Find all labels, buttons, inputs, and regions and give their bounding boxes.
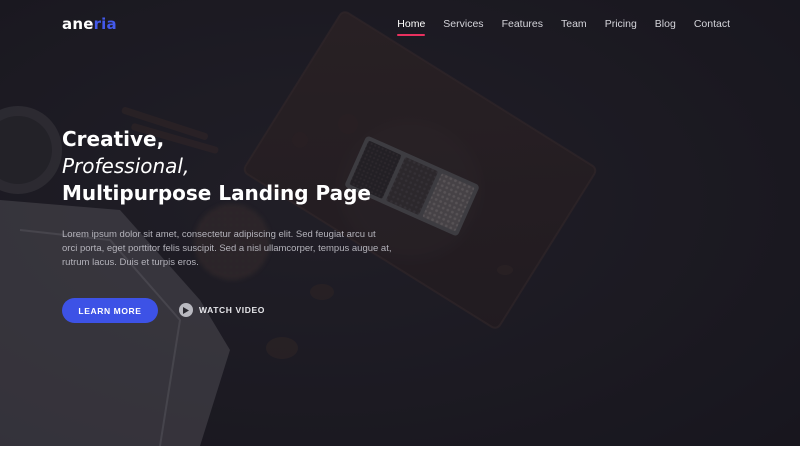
nav-item-pricing[interactable]: Pricing (605, 18, 637, 30)
main-nav: Home Services Features Team Pricing Blog… (379, 18, 730, 36)
nav-item-blog[interactable]: Blog (655, 18, 676, 30)
page-bottom-strip (0, 446, 800, 450)
logo-text: ane (62, 15, 94, 33)
play-circle-icon (179, 303, 193, 317)
navbar: aneria Home Services Features Team Prici… (0, 0, 800, 50)
nav-item-features[interactable]: Features (502, 18, 543, 30)
hero-section: aneria Home Services Features Team Prici… (0, 0, 800, 446)
headline-line-3: Multipurpose Landing Page (62, 181, 371, 205)
nav-item-team[interactable]: Team (561, 18, 587, 30)
logo-accent-text: ria (93, 15, 117, 33)
nav-item-contact[interactable]: Contact (694, 18, 730, 30)
nav-item-services[interactable]: Services (443, 18, 483, 30)
hero-description: Lorem ipsum dolor sit amet, consectetur … (62, 229, 392, 268)
nav-item-home[interactable]: Home (397, 18, 426, 36)
logo[interactable]: aneria (62, 15, 117, 33)
hero-background-image (0, 0, 800, 446)
hero-headline: Creative, Professional, Multipurpose Lan… (62, 126, 371, 207)
headline-line-1: Creative, (62, 127, 165, 151)
learn-more-button[interactable]: LEARN MORE (62, 298, 158, 323)
watch-video-button[interactable]: WATCH VIDEO (179, 303, 265, 317)
headline-line-2: Professional, (62, 154, 190, 178)
watch-video-label: WATCH VIDEO (199, 305, 265, 315)
